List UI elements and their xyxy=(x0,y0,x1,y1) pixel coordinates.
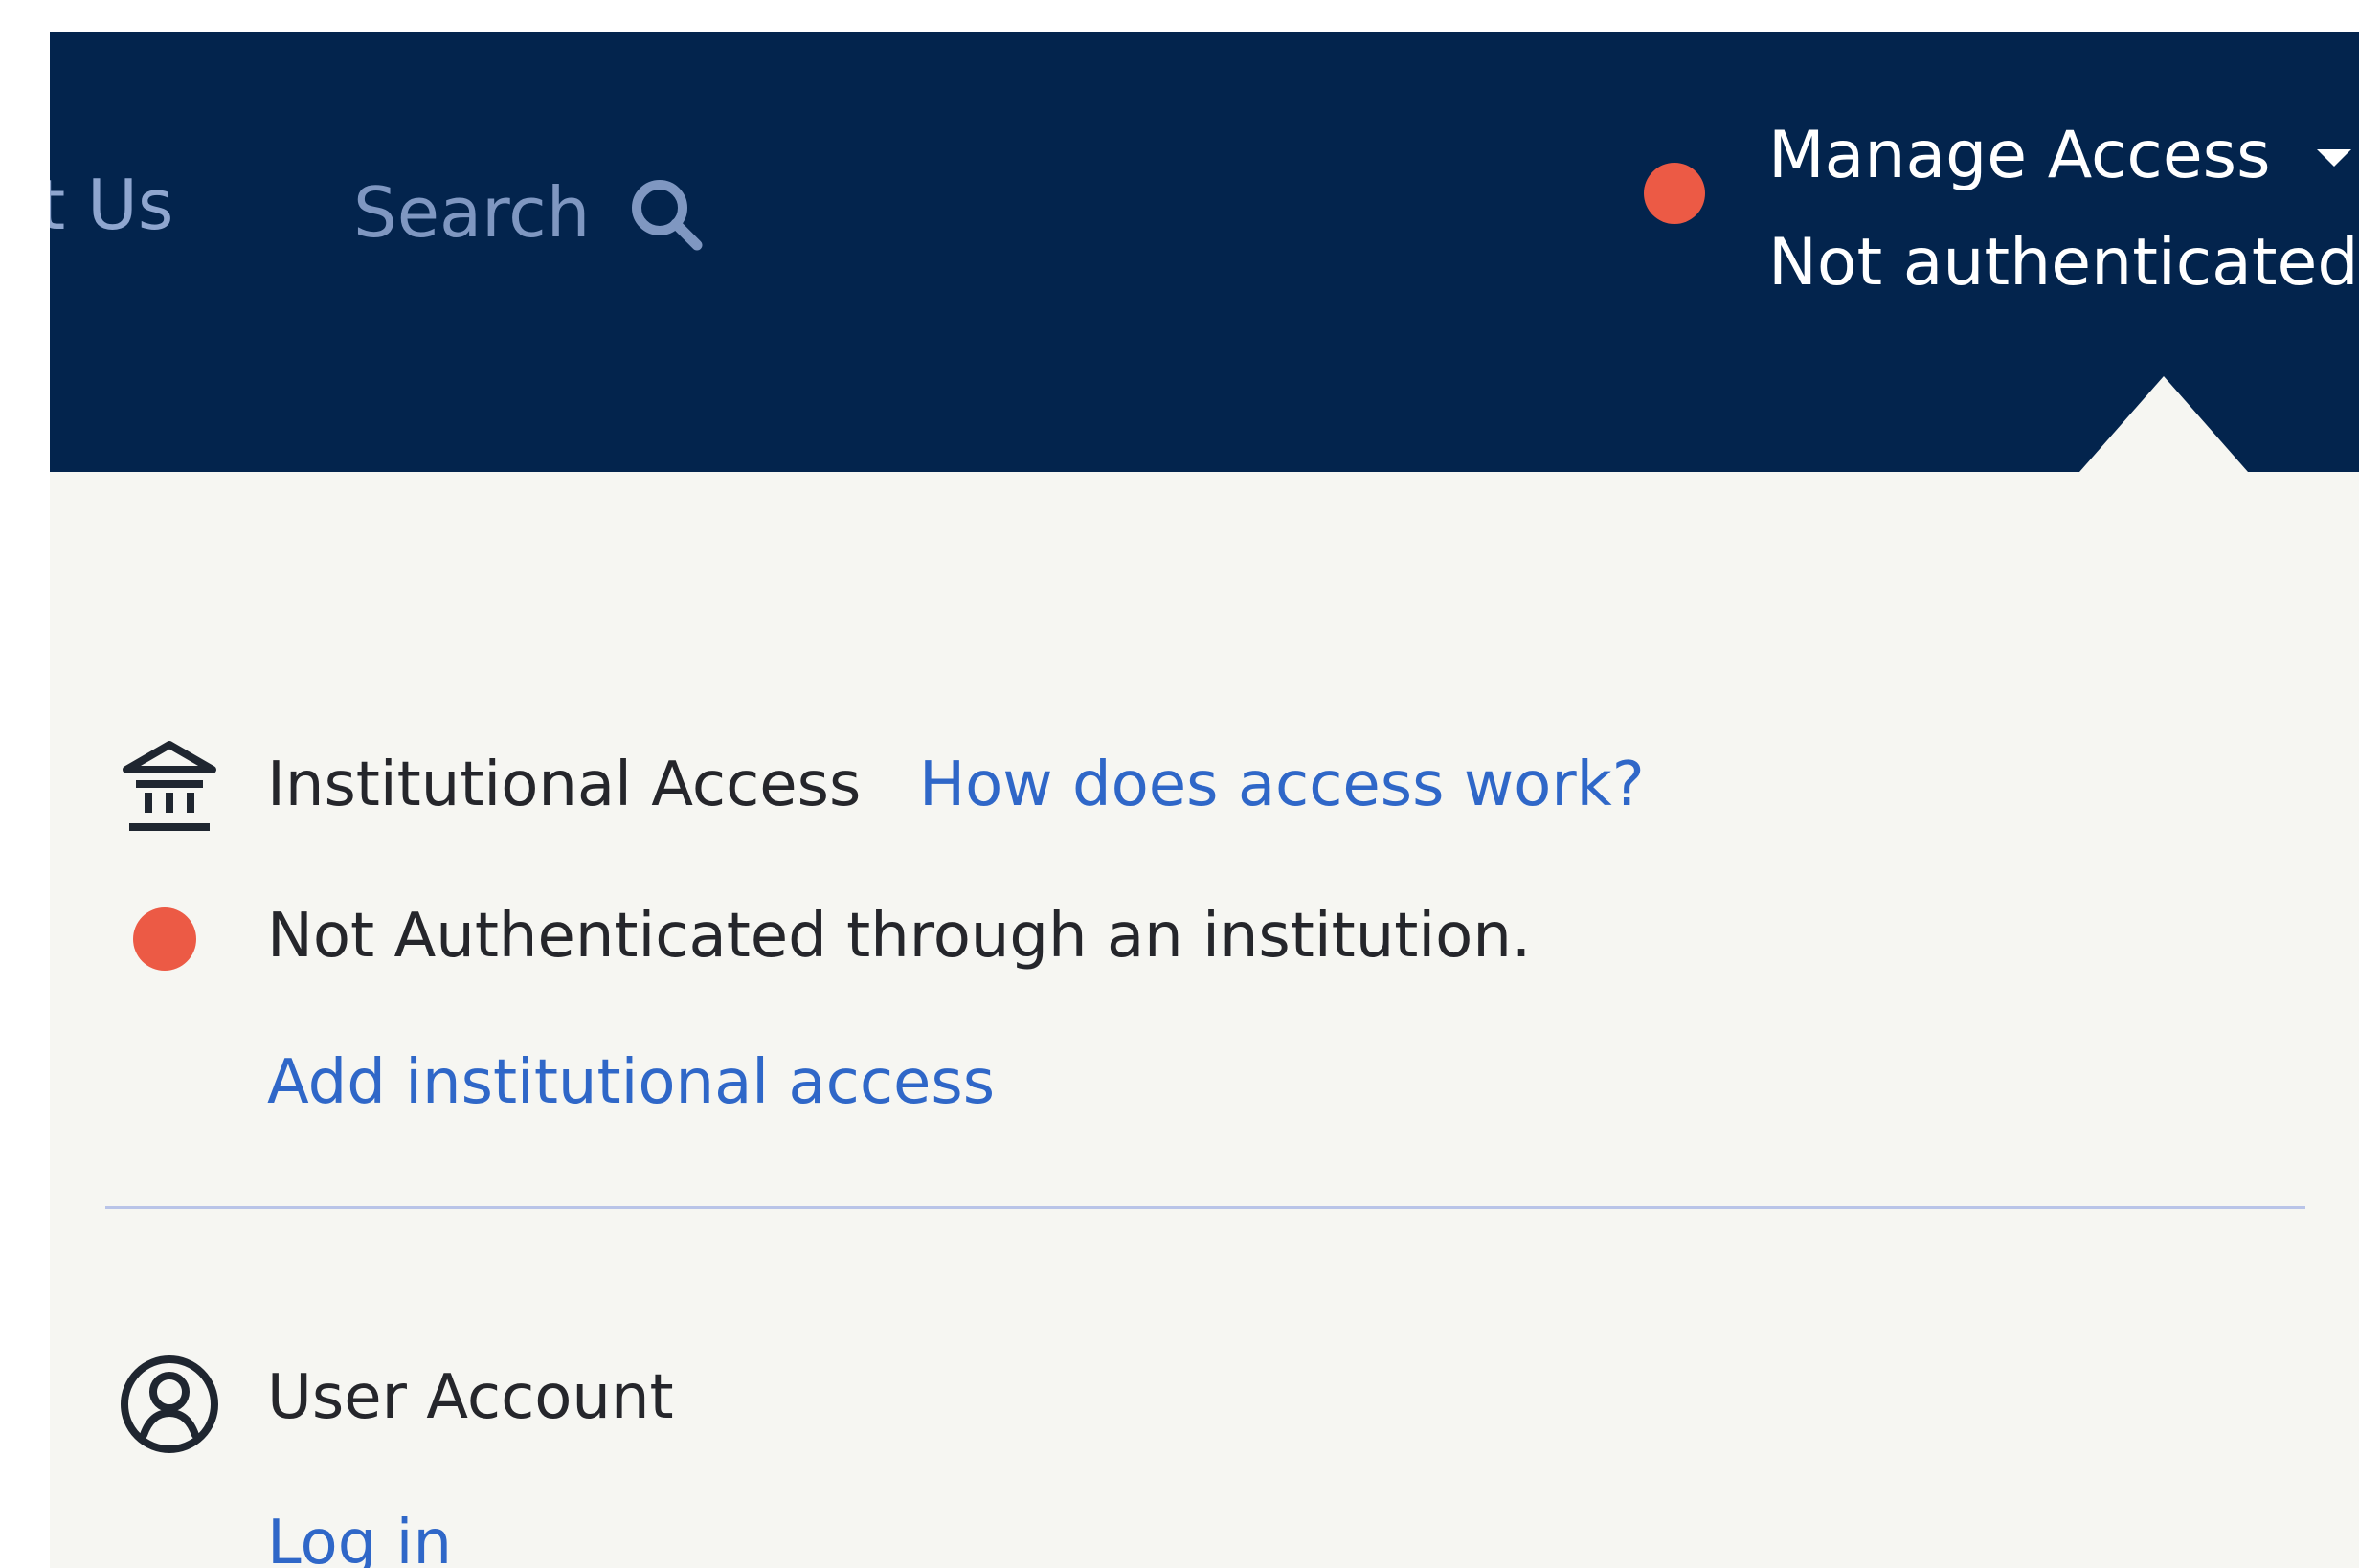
top-header: t Us Search Manage Access Not authentica… xyxy=(50,32,2359,472)
how-access-works-link[interactable]: How does access work? xyxy=(919,754,1645,816)
manage-access-dropdown[interactable]: Manage Access Not authenticated xyxy=(1768,118,2358,296)
page-frame: t Us Search Manage Access Not authentica… xyxy=(50,32,2359,1568)
search-nav-item[interactable]: Search xyxy=(353,170,710,255)
panel-divider xyxy=(105,1206,2305,1209)
header-authentication-state: Not authenticated xyxy=(1768,225,2359,301)
user-account-icon xyxy=(121,1355,218,1453)
log-in-link[interactable]: Log in xyxy=(267,1512,452,1568)
institution-icon xyxy=(123,741,216,831)
institution-status-dot xyxy=(133,907,196,971)
institution-status-message: Not Authenticated through an institution… xyxy=(267,901,1532,972)
manage-access-label: Manage Access xyxy=(1768,118,2271,193)
institutional-access-label: Institutional Access xyxy=(267,750,862,820)
nav-item-partial[interactable]: t Us xyxy=(50,170,173,239)
dropdown-pointer xyxy=(2079,376,2248,472)
add-institutional-access-link[interactable]: Add institutional access xyxy=(267,1052,995,1113)
manage-access-panel: Institutional Access How does access wor… xyxy=(50,472,2359,1568)
search-icon[interactable] xyxy=(626,174,710,258)
user-account-label: User Account xyxy=(267,1362,674,1433)
search-label: Search xyxy=(353,172,591,253)
caret-down-icon[interactable] xyxy=(2316,149,2351,167)
header-access-status-dot xyxy=(1644,163,1705,224)
